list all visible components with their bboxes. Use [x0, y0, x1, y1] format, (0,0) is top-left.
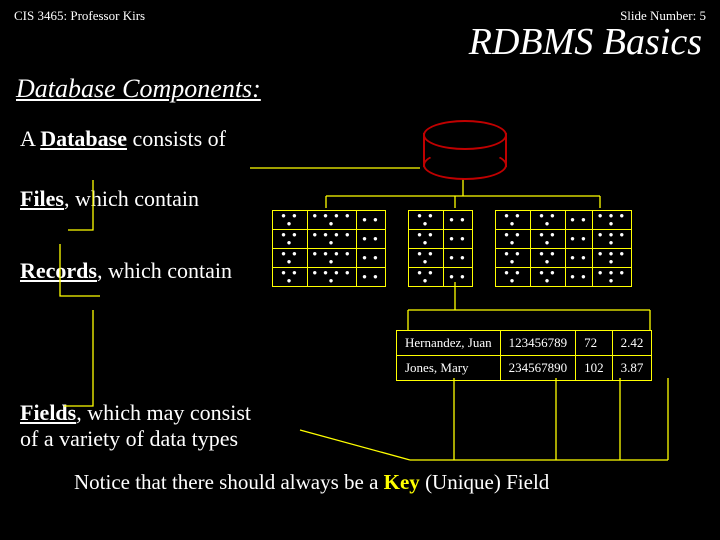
- table-row: Jones, Mary 234567890 102 3.87: [397, 356, 652, 381]
- files-illustration: ● ● ●● ● ● ● ●● ● ● ● ●● ● ● ● ●● ● ● ● …: [272, 210, 632, 287]
- file-table-3: ● ● ●● ● ●● ●● ● ● ● ● ● ●● ● ●● ●● ● ● …: [495, 210, 632, 287]
- file-table-1: ● ● ●● ● ● ● ●● ● ● ● ●● ● ● ● ●● ● ● ● …: [272, 210, 386, 287]
- table-row: Hernandez, Juan 123456789 72 2.42: [397, 331, 652, 356]
- file-table-2: ● ● ●● ● ● ● ●● ● ● ● ●● ● ● ● ●● ●: [408, 210, 473, 287]
- notice-line: Notice that there should always be a Key…: [74, 470, 549, 495]
- records-table: Hernandez, Juan 123456789 72 2.42 Jones,…: [396, 330, 652, 381]
- course-label: CIS 3465: Professor Kirs: [14, 8, 145, 24]
- slide-title: RDBMS Basics: [0, 20, 720, 64]
- database-cylinder-icon: [423, 120, 503, 170]
- files-line: Files, which contain: [0, 186, 720, 212]
- database-line: A Database consists of: [0, 126, 720, 152]
- fields-line: Fields, which may consist of a variety o…: [20, 400, 251, 452]
- section-heading: Database Components:: [0, 74, 720, 104]
